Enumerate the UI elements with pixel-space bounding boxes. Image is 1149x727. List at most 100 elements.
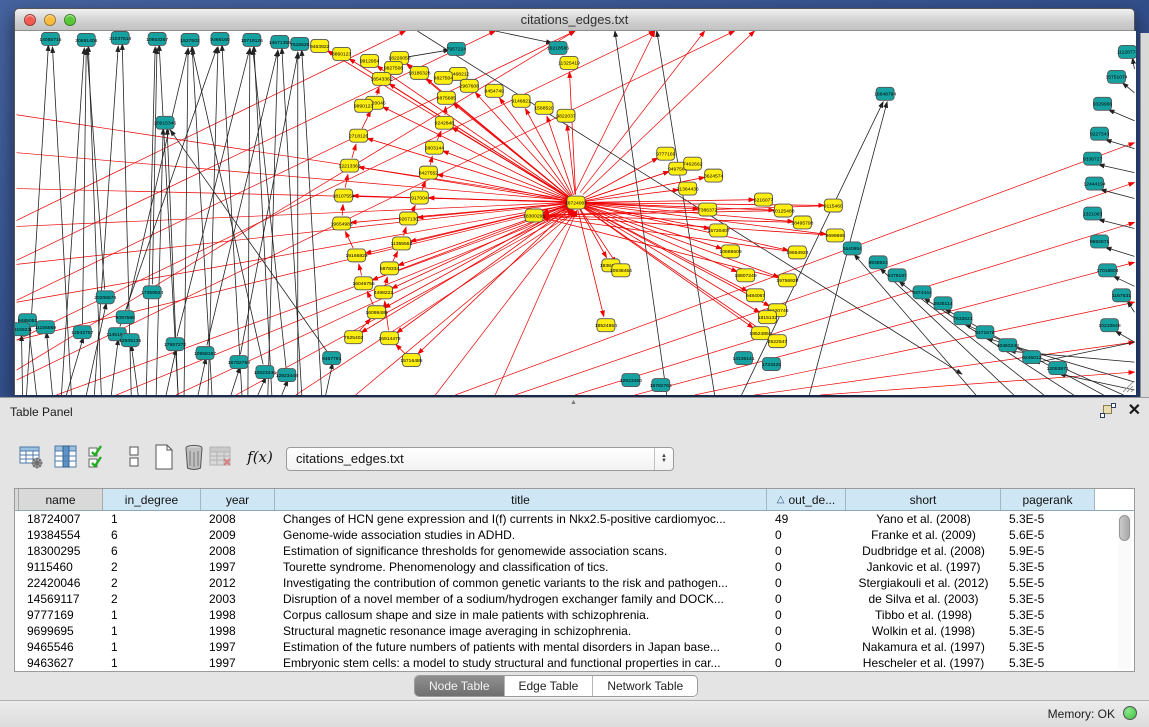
graph-node[interactable]: 1321063 <box>1083 207 1103 220</box>
graph-node[interactable]: 10938454 <box>610 264 632 277</box>
network-canvas[interactable]: 1405571520691406210376181065326715276029… <box>15 31 1136 395</box>
table-cell[interactable]: Changes of HCN gene expression and I(f) … <box>275 511 767 527</box>
delete-icon[interactable] <box>180 442 208 472</box>
table-cell[interactable]: 18724007 <box>19 511 103 527</box>
panel-resize-handle[interactable]: ▲ <box>570 400 580 406</box>
deselect-all-icon[interactable] <box>120 442 148 472</box>
graph-node[interactable]: 11156869 <box>35 321 57 334</box>
table-row[interactable]: 2242004622012Investigating the contribut… <box>15 575 1134 591</box>
table-cell[interactable]: Tibbo et al. (1998) <box>846 607 1001 623</box>
table-cell[interactable]: 5.3E-5 <box>1001 607 1095 623</box>
table-cell[interactable]: Nakamura et al. (1997) <box>846 639 1001 655</box>
graph-node[interactable]: 12923448 <box>276 369 298 382</box>
graph-node[interactable]: 19654923 <box>786 246 808 259</box>
table-cell[interactable]: 14569117 <box>19 591 103 607</box>
table-cell[interactable]: 2008 <box>201 511 275 527</box>
table-cell[interactable]: Investigating the contribution of common… <box>275 575 767 591</box>
table-cell[interactable]: 2008 <box>201 543 275 559</box>
graph-node[interactable]: 12923446 <box>254 366 276 379</box>
table-row[interactable]: 946554611997Estimation of the future num… <box>15 639 1134 655</box>
table-cell[interactable]: Structural magnetic resonance image aver… <box>275 623 767 639</box>
graph-node[interactable]: 21037618 <box>109 31 131 44</box>
graph-node[interactable]: 9875685 <box>437 91 457 104</box>
table-cell[interactable]: Yano et al. (2008) <box>846 511 1001 527</box>
graph-node[interactable]: 12213363 <box>339 159 361 172</box>
table-cell[interactable]: 5.3E-5 <box>1001 559 1095 575</box>
table-cell[interactable]: 0 <box>767 591 846 607</box>
graph-node[interactable]: 8454749 <box>485 84 505 97</box>
table-cell[interactable]: 5.3E-5 <box>1001 591 1095 607</box>
graph-node[interactable]: 12505135 <box>119 334 141 347</box>
tab-edge-table[interactable]: Edge Table <box>505 676 594 696</box>
table-scrollbar-thumb[interactable] <box>1119 515 1130 541</box>
table-cell[interactable]: 1 <box>103 623 201 639</box>
table-cell[interactable]: 1998 <box>201 607 275 623</box>
graph-node[interactable]: 9115460 <box>824 199 843 212</box>
graph-node[interactable]: 11325419 <box>558 56 580 69</box>
table-cell[interactable]: 1 <box>103 607 201 623</box>
column-header-in_degree[interactable]: in_degree <box>103 489 201 510</box>
graph-node[interactable]: 9457791 <box>322 352 342 365</box>
close-panel-icon[interactable]: ✕ <box>1128 403 1141 418</box>
table-cell[interactable]: 5.5E-5 <box>1001 575 1095 591</box>
graph-node[interactable]: 8938924 <box>868 256 888 269</box>
table-cell[interactable]: 5.3E-5 <box>1001 511 1095 527</box>
graph-node[interactable]: 9097588 <box>116 311 136 324</box>
select-all-icon[interactable] <box>84 442 112 472</box>
table-cell[interactable]: 5.3E-5 <box>1001 655 1095 671</box>
table-cell[interactable]: 5.9E-5 <box>1001 543 1095 559</box>
graph-node[interactable]: 9227343 <box>1090 127 1110 140</box>
graph-node[interactable]: 7386372 <box>698 203 718 216</box>
graph-node[interactable]: 19756928 <box>776 274 798 287</box>
table-row[interactable]: 1872400712008Changes of HCN gene express… <box>15 511 1134 527</box>
graph-node[interactable]: 6216077 <box>754 193 774 206</box>
table-settings-icon[interactable] <box>17 442 45 472</box>
graph-node[interactable]: 7462662 <box>683 157 703 170</box>
graph-node[interactable]: 17016504 <box>1096 264 1118 277</box>
graph-node[interactable]: 28495798 <box>791 216 813 229</box>
table-cell[interactable]: Franke et al. (2009) <box>846 527 1001 543</box>
graph-node[interactable]: 19218586 <box>547 41 569 54</box>
graph-node[interactable]: 12093871 <box>1047 362 1069 375</box>
graph-node[interactable]: 9338727 <box>1083 152 1103 165</box>
table-column-icon[interactable] <box>52 442 80 472</box>
table-cell[interactable]: 6 <box>103 543 201 559</box>
graph-node[interactable]: 10653267 <box>146 32 168 45</box>
graph-node[interactable]: 9474444 <box>912 286 932 299</box>
table-cell[interactable]: 2003 <box>201 591 275 607</box>
graph-node[interactable]: 14136141 <box>732 352 754 365</box>
graph-node[interactable]: 9890123 <box>354 99 374 112</box>
table-cell[interactable]: 0 <box>767 559 846 575</box>
table-cell[interactable]: 2 <box>103 591 201 607</box>
graph-node[interactable]: 3915923 <box>15 323 30 336</box>
graph-node[interactable]: 11128774 <box>1117 45 1136 58</box>
delete-table-icon[interactable] <box>207 442 235 472</box>
graph-node[interactable]: 15720407 <box>708 224 730 237</box>
graph-node[interactable]: 6479197 <box>887 269 907 282</box>
table-row[interactable]: 946362711997Embryonic stem cells: a mode… <box>15 655 1134 671</box>
graph-node[interactable]: 17957272 <box>164 338 186 351</box>
table-row[interactable]: 1938455462009Genome-wide association stu… <box>15 527 1134 543</box>
graph-node[interactable]: 20691406 <box>75 33 97 46</box>
graph-node[interactable]: 9827504 <box>434 71 454 84</box>
table-cell[interactable]: 1 <box>103 655 201 671</box>
table-cell[interactable]: 1998 <box>201 623 275 639</box>
table-cell[interactable]: 0 <box>767 607 846 623</box>
graph-node[interactable]: 9692971 <box>1090 235 1110 248</box>
graph-node[interactable]: 18300295 <box>523 209 545 222</box>
graph-node[interactable]: 3624574 <box>704 169 724 182</box>
graph-node[interactable]: 12923450 <box>620 374 642 387</box>
graph-node[interactable]: 16648784 <box>874 87 896 100</box>
graph-node[interactable]: 9699695 <box>826 229 846 242</box>
table-cell[interactable]: 5.6E-5 <box>1001 527 1095 543</box>
graph-node[interactable]: 18524854 <box>595 319 617 332</box>
table-row[interactable]: 1830029562008Estimation of significance … <box>15 543 1134 559</box>
graph-node[interactable]: 7625402 <box>344 331 364 344</box>
graph-node[interactable]: 16099489 <box>365 306 387 319</box>
graph-node[interactable]: 8860123 <box>332 47 352 60</box>
table-cell[interactable]: 18300295 <box>19 543 103 559</box>
table-cell[interactable]: Genome-wide association studies in ADHD. <box>275 527 767 543</box>
table-cell[interactable]: Corpus callosum shape and size in male p… <box>275 607 767 623</box>
column-header-short[interactable]: short <box>846 489 1001 510</box>
table-cell[interactable]: de Silva et al. (2003) <box>846 591 1001 607</box>
